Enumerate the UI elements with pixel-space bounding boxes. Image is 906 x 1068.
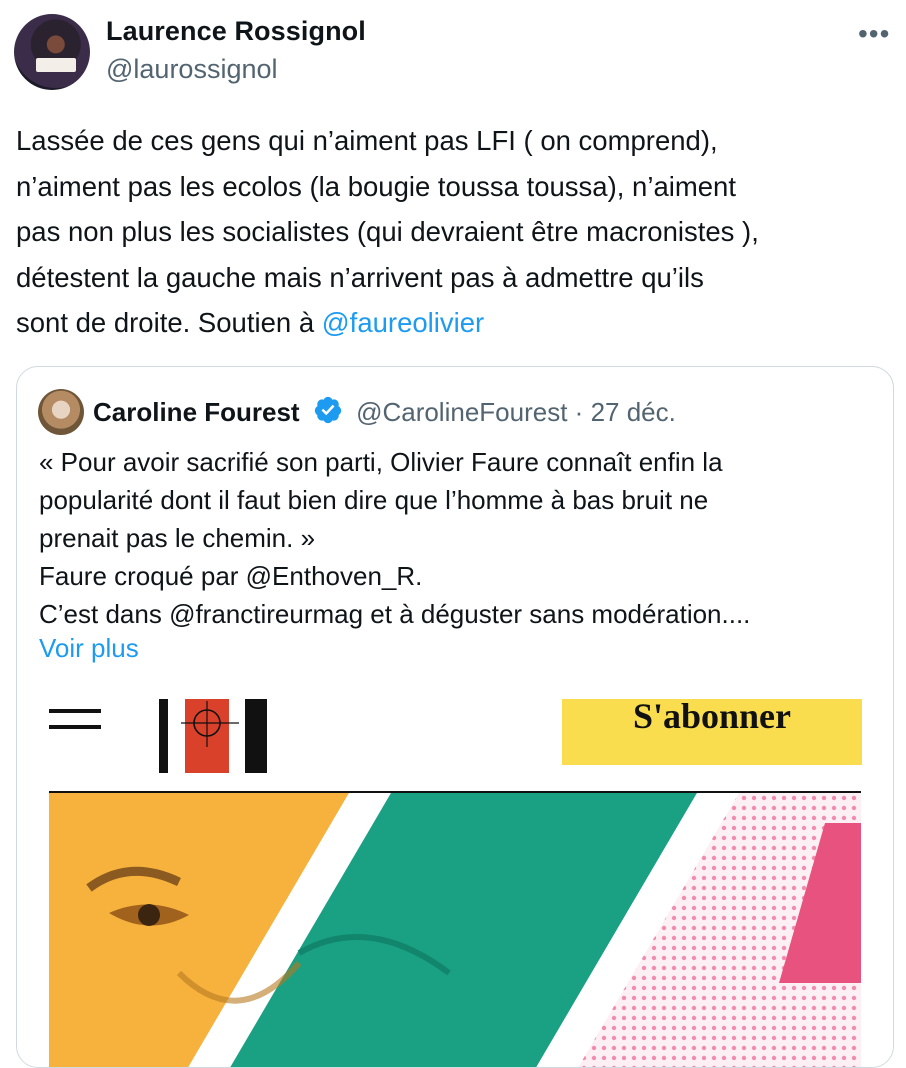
hamburger-menu-icon xyxy=(49,709,101,741)
author-name[interactable]: Laurence Rossignol xyxy=(106,16,366,47)
avatar-photo-detail xyxy=(36,58,76,72)
tweet-line-text: sont de droite. Soutien à xyxy=(16,307,322,338)
author-avatar[interactable] xyxy=(14,14,90,90)
tweet-line: sont de droite. Soutien à @faureolivier xyxy=(16,300,896,346)
subscribe-button: S'abonner xyxy=(562,698,862,765)
tweet-text: Lassée de ces gens qui n’aiment pas LFI … xyxy=(16,118,896,346)
article-illustration xyxy=(49,793,861,1067)
franc-tireur-logo xyxy=(159,699,267,773)
quoted-line: « Pour avoir sacrifié son parti, Olivier… xyxy=(39,447,723,477)
quoted-text: « Pour avoir sacrifié son parti, Olivier… xyxy=(39,443,879,633)
tweet-line: détestent la gauche mais n’arrivent pas … xyxy=(16,261,704,293)
quoted-author-handle[interactable]: @CarolineFourest xyxy=(356,397,567,427)
quoted-author-name[interactable]: Caroline Fourest xyxy=(93,397,300,427)
quoted-author-avatar[interactable] xyxy=(38,389,84,435)
meta-separator: · xyxy=(574,397,584,427)
show-more-link[interactable]: Voir plus xyxy=(39,633,139,664)
quoted-tweet-card[interactable]: Caroline Fourest @CarolineFourest · 27 d… xyxy=(16,366,894,1068)
more-options-icon[interactable]: ••• xyxy=(858,18,890,50)
quoted-line: popularité dont il faut bien dire que l’… xyxy=(39,485,709,515)
quoted-media-image[interactable]: S'abonner xyxy=(17,679,893,1067)
quoted-line: Faure croqué par @Enthoven_R. xyxy=(39,561,423,591)
verified-badge-icon xyxy=(313,395,343,432)
mention-link[interactable]: @faureolivier xyxy=(322,307,484,338)
tweet-line: pas non plus les socialistes (qui devrai… xyxy=(16,216,759,247)
quoted-date[interactable]: 27 déc. xyxy=(591,397,676,427)
quoted-line: C’est dans @franctireurmag et à déguster… xyxy=(39,599,751,629)
tweet-line: n’aiment pas les ecolos (la bougie touss… xyxy=(16,170,736,202)
quoted-header: Caroline Fourest @CarolineFourest · 27 d… xyxy=(93,395,676,432)
author-handle[interactable]: @laurossignol xyxy=(106,54,278,85)
tweet-line: Lassée de ces gens qui n’aiment pas LFI … xyxy=(16,125,718,156)
quoted-line: prenait pas le chemin. » xyxy=(39,523,316,553)
